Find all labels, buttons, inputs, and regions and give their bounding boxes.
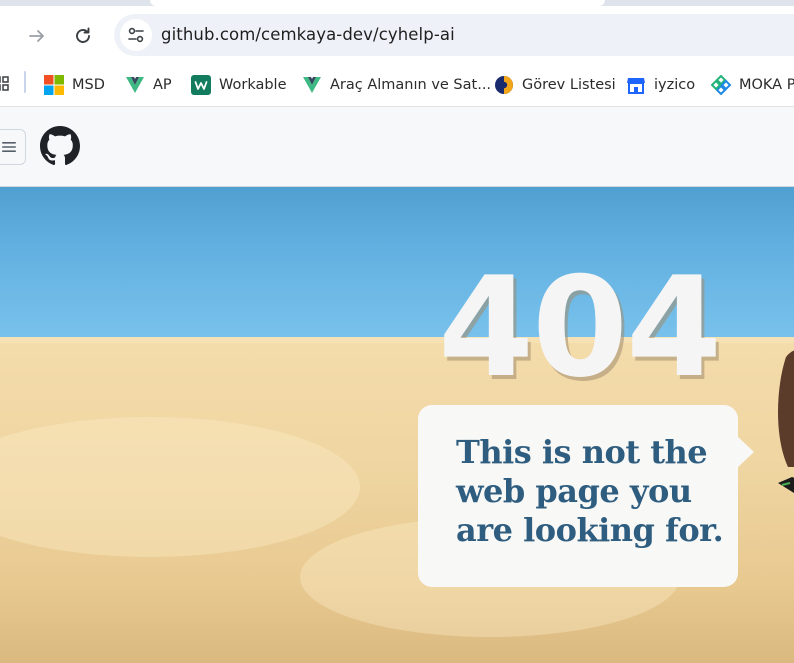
bookmark-label: Araç Almanın ve Sat...: [330, 77, 492, 93]
vue-v-icon: [125, 75, 145, 95]
tune-icon: [128, 27, 144, 43]
speech-bubble: This is not the web page you are looking…: [418, 405, 754, 587]
url-text[interactable]: github.com/cemkaya-dev/cyhelp-ai: [161, 25, 455, 44]
apps-grid-icon[interactable]: [0, 76, 10, 92]
site-info-button[interactable]: [120, 19, 152, 51]
microsoft-logo-icon: [44, 75, 64, 95]
bookmark-label: MSD: [72, 77, 105, 93]
error-code: 404: [438, 247, 722, 408]
github-logo-icon[interactable]: [40, 126, 80, 166]
address-bar[interactable]: github.com/cemkaya-dev/cyhelp-ai: [114, 14, 794, 56]
bookmark-workable[interactable]: Workable: [191, 70, 287, 100]
workable-icon: [191, 75, 211, 95]
bookmark-moka[interactable]: MOKA P: [711, 70, 794, 100]
arrow-right-icon: [29, 30, 44, 42]
bookmark-label: iyzico: [654, 77, 696, 93]
bookmark-arac[interactable]: Araç Almanın ve Sat...: [302, 70, 491, 100]
bookmarks-divider: [24, 71, 26, 93]
bookmark-label: AP: [153, 77, 172, 93]
hamburger-icon: [2, 142, 16, 152]
reload-icon: [76, 27, 90, 43]
bookmark-gorev-listesi[interactable]: Görev Listesi: [494, 70, 616, 100]
store-icon: [626, 75, 646, 95]
menu-button[interactable]: [0, 129, 26, 165]
octocat-figure-icon: [778, 350, 794, 493]
globe-icon: [494, 75, 514, 95]
bookmark-iyzico[interactable]: iyzico: [626, 70, 695, 100]
browser-toolbar: github.com/cemkaya-dev/cyhelp-ai: [0, 6, 794, 64]
bookmark-msd[interactable]: MSD: [44, 70, 105, 100]
error-scene: 404 This is not the web page you are loo…: [0, 187, 794, 663]
github-header: [0, 107, 794, 187]
vue-v-icon: [302, 75, 322, 95]
bookmark-ap[interactable]: AP: [125, 70, 172, 100]
reload-button[interactable]: [67, 20, 99, 52]
bookmark-label: MOKA P: [739, 77, 794, 93]
moka-icon: [711, 75, 731, 95]
forward-button[interactable]: [21, 20, 53, 52]
bookmark-label: Workable: [219, 77, 287, 93]
bookmarks-bar: MSD AP Workable Araç Almanın ve Sat... G…: [0, 64, 794, 107]
error-message: This is not the web page you are looking…: [456, 433, 724, 549]
bookmark-label: Görev Listesi: [522, 77, 616, 93]
